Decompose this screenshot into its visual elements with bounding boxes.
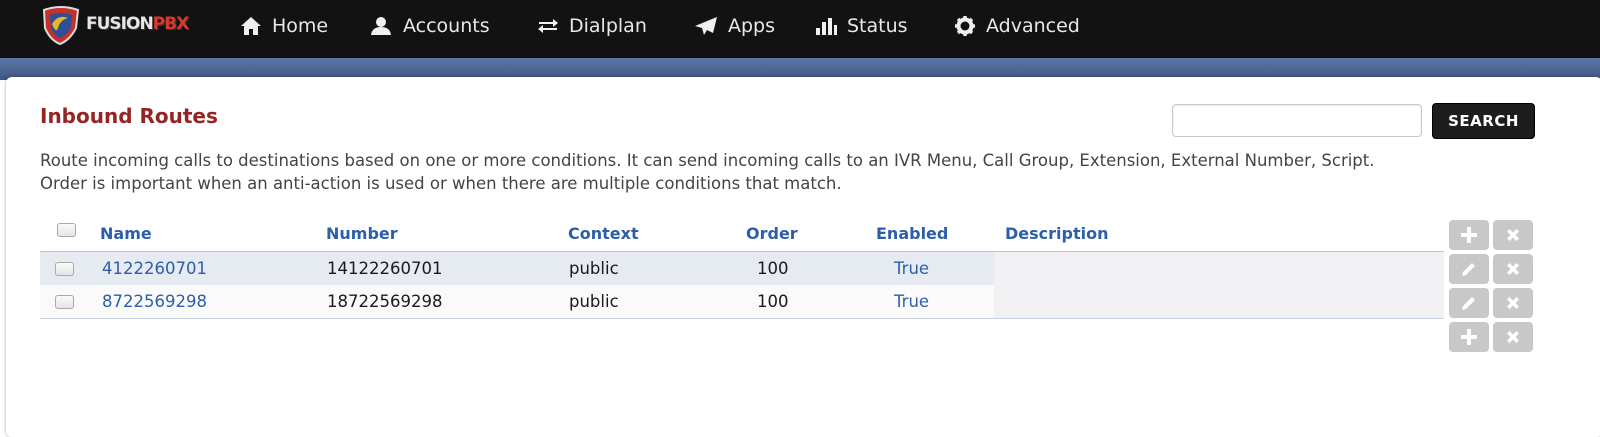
fusionpbx-logo[interactable]: FUSIONPBX	[40, 6, 200, 46]
nav-status-label: Status	[847, 15, 908, 37]
select-all-checkbox[interactable]	[57, 223, 76, 237]
page-title: Inbound Routes	[40, 104, 218, 128]
bar-chart-icon	[816, 18, 837, 35]
search-button[interactable]: SEARCH	[1432, 103, 1535, 139]
nav-apps[interactable]: Apps	[694, 12, 775, 40]
delete-button[interactable]	[1493, 254, 1533, 284]
description-line-2: Order is important when an anti-action i…	[40, 173, 842, 193]
shield-logo-icon	[42, 6, 80, 46]
route-enabled-toggle[interactable]: True	[894, 292, 929, 311]
column-header-order[interactable]: Order	[746, 224, 798, 243]
logo-text: FUSIONPBX	[86, 14, 190, 34]
nav-dialplan-label: Dialplan	[569, 15, 647, 37]
add-button[interactable]	[1449, 322, 1489, 352]
route-order: 100	[757, 292, 789, 311]
home-icon	[241, 17, 261, 35]
send-icon	[695, 17, 717, 35]
route-context: public	[569, 292, 619, 311]
column-header-enabled[interactable]: Enabled	[876, 224, 948, 243]
description-cell	[994, 252, 1444, 285]
delete-button[interactable]	[1493, 288, 1533, 318]
logo-fusion-text: FUSION	[86, 14, 154, 34]
nav-home-label: Home	[272, 15, 329, 37]
plus-icon	[1461, 227, 1477, 243]
logo-pbx-text: PBX	[152, 14, 190, 34]
row-checkbox[interactable]	[55, 295, 74, 309]
search-input[interactable]	[1172, 104, 1422, 137]
pencil-icon	[1462, 297, 1475, 310]
nav-advanced-label: Advanced	[986, 15, 1080, 37]
route-name-link[interactable]: 4122260701	[102, 259, 207, 278]
row-checkbox[interactable]	[55, 262, 74, 276]
table-row[interactable]: 4122260701 14122260701 public 100 True	[40, 252, 1444, 286]
nav-accounts[interactable]: Accounts	[369, 12, 490, 40]
close-icon	[1507, 297, 1519, 309]
edit-button[interactable]	[1449, 288, 1489, 318]
delete-selected-button[interactable]	[1493, 220, 1533, 250]
route-name-link[interactable]: 8722569298	[102, 292, 207, 311]
route-context: public	[569, 259, 619, 278]
add-button[interactable]	[1449, 220, 1489, 250]
column-header-description[interactable]: Description	[1005, 224, 1108, 243]
column-header-name[interactable]: Name	[100, 224, 152, 243]
route-enabled-toggle[interactable]: True	[894, 259, 929, 278]
description-line-1: Route incoming calls to destinations bas…	[40, 151, 1375, 170]
route-number: 14122260701	[327, 259, 443, 278]
nav-accounts-label: Accounts	[403, 15, 490, 37]
close-icon	[1507, 331, 1519, 343]
nav-advanced[interactable]: Advanced	[954, 12, 1080, 40]
page-description: Route incoming calls to destinations bas…	[40, 150, 1560, 195]
route-number: 18722569298	[327, 292, 443, 311]
description-cell	[994, 285, 1444, 318]
gear-icon	[955, 16, 975, 36]
column-header-number[interactable]: Number	[326, 224, 398, 243]
edit-button[interactable]	[1449, 254, 1489, 284]
nav-dialplan[interactable]: Dialplan	[537, 12, 647, 40]
nav-home[interactable]: Home	[240, 12, 328, 40]
route-order: 100	[757, 259, 789, 278]
user-icon	[371, 17, 391, 35]
close-icon	[1507, 263, 1519, 275]
pencil-icon	[1462, 263, 1475, 276]
top-navbar: FUSIONPBX Home Accounts Dialplan Apps St…	[0, 0, 1600, 58]
close-icon	[1507, 229, 1519, 241]
transfer-arrows-icon	[538, 19, 558, 33]
nav-status[interactable]: Status	[815, 12, 908, 40]
plus-icon	[1461, 329, 1477, 345]
column-header-context[interactable]: Context	[568, 224, 639, 243]
nav-apps-label: Apps	[728, 15, 776, 37]
table-row[interactable]: 8722569298 18722569298 public 100 True	[40, 285, 1444, 319]
delete-selected-button[interactable]	[1493, 322, 1533, 352]
